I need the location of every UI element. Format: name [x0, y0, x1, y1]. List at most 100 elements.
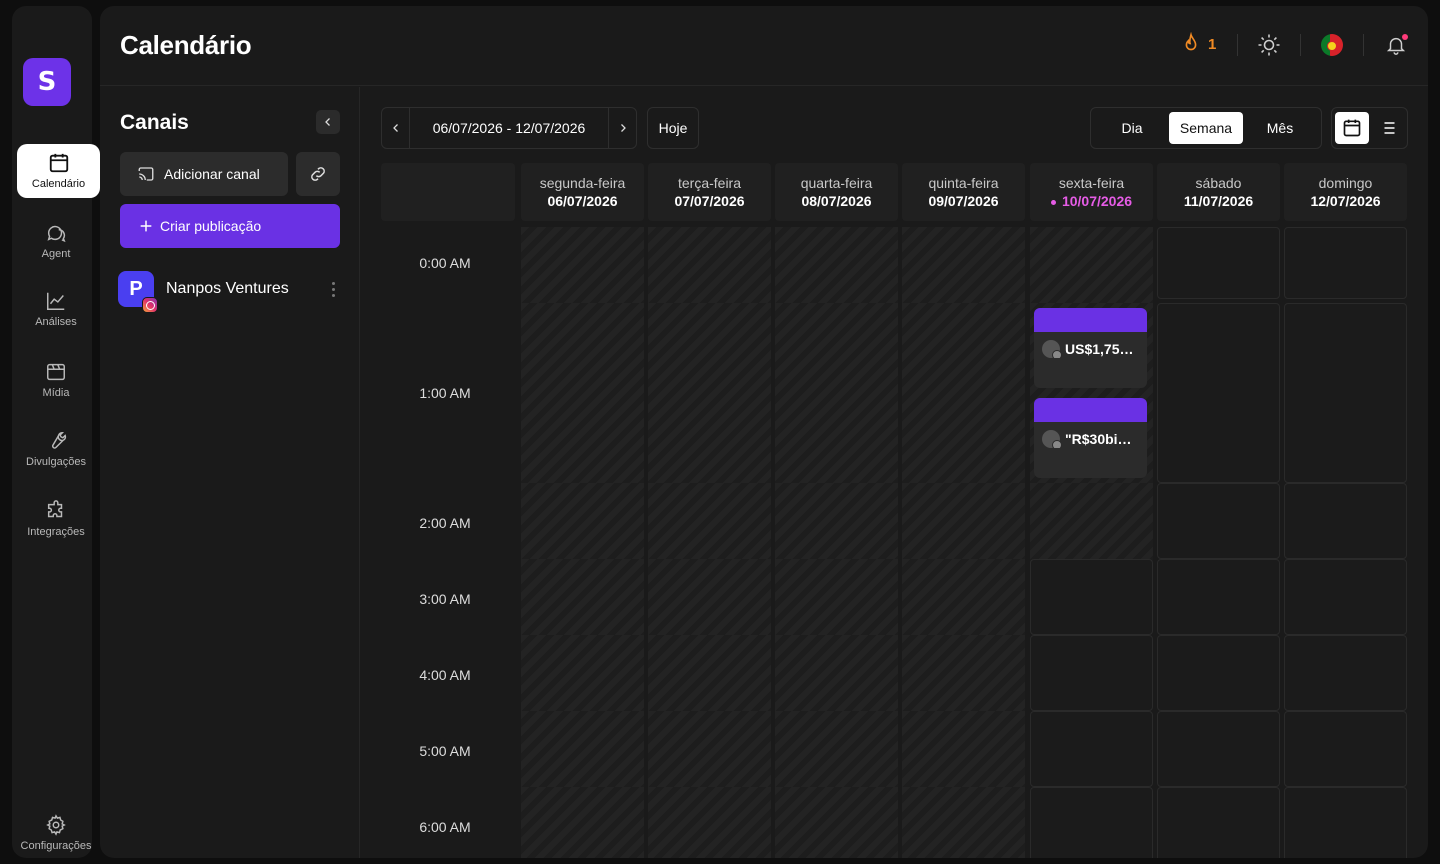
wrench-icon [52, 432, 67, 449]
language-selector[interactable] [1319, 32, 1345, 58]
more-options-icon[interactable] [326, 281, 340, 297]
post-preview[interactable]: US$1,75… [1034, 308, 1147, 388]
nav-label: Mídia [42, 387, 70, 399]
time-slot[interactable] [1284, 483, 1407, 559]
time-slot[interactable] [1030, 559, 1153, 635]
time-label: 0:00 AM [419, 255, 471, 271]
nav-item-outreach[interactable]: Divulgações [12, 422, 100, 476]
time-slot[interactable] [1157, 303, 1280, 483]
time-slot[interactable] [1284, 559, 1407, 635]
portugal-flag-icon [1321, 34, 1343, 56]
time-slot [648, 559, 771, 639]
time-slot [902, 483, 1025, 563]
calendar-corner [381, 163, 515, 221]
nav-item-agent[interactable]: Agent [12, 214, 100, 268]
view-switcher: Dia Semana Mês [1090, 107, 1322, 149]
time-slot [902, 303, 1025, 487]
time-label: 6:00 AM [419, 819, 471, 835]
nav-rail: S Calendário Agent Análises Mídia Divulg… [12, 6, 100, 858]
list-layout-button[interactable] [1370, 112, 1404, 144]
notifications-button[interactable] [1383, 32, 1409, 58]
streak-count: 1 [1208, 35, 1217, 53]
notification-dot [1402, 34, 1408, 40]
nav-item-analytics[interactable]: Análises [12, 282, 100, 336]
next-week-button[interactable] [608, 108, 636, 148]
time-slot[interactable] [1030, 787, 1153, 858]
nav-label: Análises [35, 316, 77, 328]
time-slot [648, 227, 771, 303]
chevron-left-icon [325, 118, 330, 126]
view-day[interactable]: Dia [1095, 112, 1169, 144]
app-logo[interactable]: S [23, 58, 71, 106]
nav-item-calendar[interactable]: Calendário [17, 144, 100, 198]
day-header-today: sexta-feira 10/07/2026 [1030, 163, 1153, 221]
streak-counter[interactable]: 1 [1180, 32, 1216, 56]
event-color-bar [1034, 398, 1147, 422]
collapse-panel-button[interactable] [316, 110, 340, 134]
day-header: sábado 11/07/2026 [1157, 163, 1280, 221]
time-slot [521, 787, 644, 858]
calendar-icon [49, 153, 68, 173]
time-slot[interactable] [1157, 787, 1280, 858]
time-slot[interactable] [1157, 227, 1280, 299]
day-header: quarta-feira 08/07/2026 [775, 163, 898, 221]
post-preview[interactable]: "R$30bi… [1034, 398, 1147, 478]
copy-link-button[interactable] [296, 152, 340, 196]
time-label: 3:00 AM [419, 591, 471, 607]
time-slot[interactable] [1284, 227, 1407, 299]
puzzle-icon [47, 500, 63, 518]
time-slot[interactable] [1030, 711, 1153, 787]
time-slot [902, 635, 1025, 715]
cast-icon [138, 167, 154, 181]
instagram-icon [142, 297, 158, 313]
time-slot[interactable] [1157, 635, 1280, 711]
nav-item-media[interactable]: Mídia [12, 353, 100, 407]
date-range-picker: 06/07/2026 - 12/07/2026 [381, 107, 637, 149]
flame-icon [1185, 32, 1197, 51]
time-slot [775, 303, 898, 487]
post-preview-text: "R$30bi… [1065, 431, 1132, 447]
time-slot[interactable] [1030, 635, 1153, 711]
gear-icon [46, 814, 66, 836]
add-channel-button[interactable]: Adicionar canal [120, 152, 288, 196]
time-slot[interactable] [1157, 711, 1280, 787]
theme-toggle[interactable] [1256, 32, 1282, 58]
post-preview-text: US$1,75… [1065, 341, 1134, 357]
divider [1300, 34, 1301, 56]
time-slot[interactable] [1157, 559, 1280, 635]
create-post-label: Criar publicação [160, 218, 262, 234]
day-header: domingo 12/07/2026 [1284, 163, 1407, 221]
post-avatar [1042, 430, 1062, 448]
page-title: Calendário [120, 30, 252, 60]
time-slot[interactable] [1157, 483, 1280, 559]
channel-avatar: P [118, 271, 158, 313]
time-slot[interactable] [1284, 303, 1407, 483]
time-slot [775, 483, 898, 563]
nav-label: Integrações [27, 526, 85, 538]
view-week[interactable]: Semana [1169, 112, 1243, 144]
time-slot [902, 559, 1025, 639]
prev-week-button[interactable] [382, 108, 410, 148]
add-channel-label: Adicionar canal [164, 166, 260, 182]
time-slot[interactable] [1284, 711, 1407, 787]
time-slot [902, 227, 1025, 303]
time-slot [521, 303, 644, 487]
create-post-button[interactable]: Criar publicação [120, 204, 340, 248]
time-slot[interactable] [1284, 787, 1407, 858]
time-slot [775, 635, 898, 715]
view-month[interactable]: Mês [1243, 112, 1317, 144]
channel-item[interactable]: P Nanpos Ventures [118, 271, 340, 313]
time-slot[interactable] [1284, 635, 1407, 711]
nav-item-integrations[interactable]: Integrações [12, 492, 100, 546]
chat-icon [47, 225, 66, 243]
divider [1363, 34, 1364, 56]
today-button[interactable]: Hoje [647, 107, 699, 149]
day-header: terça-feira 07/07/2026 [648, 163, 771, 221]
event-color-bar [1034, 308, 1147, 332]
nav-item-settings[interactable]: Configurações [12, 806, 100, 860]
time-label: 5:00 AM [419, 743, 471, 759]
time-slot [648, 711, 771, 791]
link-icon [311, 167, 325, 181]
date-range-text[interactable]: 06/07/2026 - 12/07/2026 [410, 120, 608, 136]
calendar-layout-button[interactable] [1335, 112, 1369, 144]
